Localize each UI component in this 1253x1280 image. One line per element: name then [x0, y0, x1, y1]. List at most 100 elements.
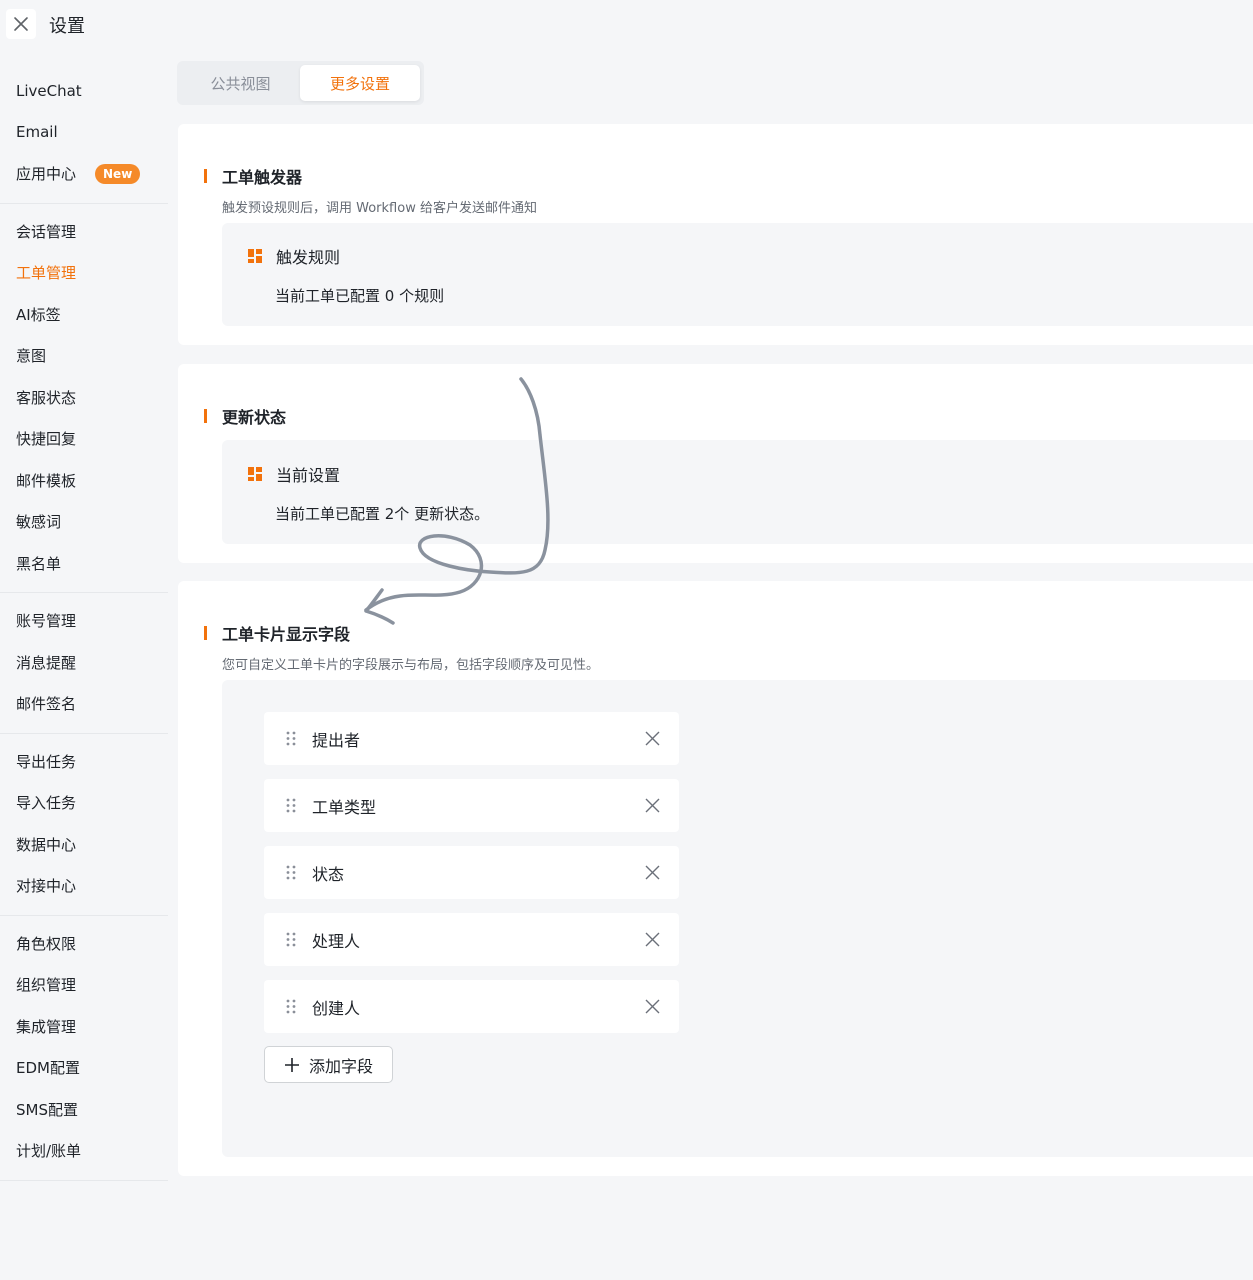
- card-title: 更新状态: [222, 408, 287, 427]
- sidebar-group-account: 账号管理 消息提醒 邮件签名: [0, 593, 168, 734]
- grid-icon: [248, 249, 262, 263]
- update-status-card: 更新状态 当前设置 当前工单已配置 2个 更新状态。: [178, 364, 1253, 563]
- sidebar-item-label: 角色权限: [16, 934, 77, 953]
- remove-icon[interactable]: [644, 931, 661, 948]
- field-label: 处理人: [312, 931, 361, 951]
- card-title: 工单触发器: [222, 168, 303, 187]
- ticket-trigger-card: 工单触发器 触发预设规则后，调用 Workflow 给客户发送邮件通知 触发规则…: [178, 124, 1253, 345]
- sidebar-item-label: 会话管理: [16, 222, 77, 241]
- sidebar-item-integration-center[interactable]: 对接中心: [0, 865, 168, 907]
- drag-handle-icon[interactable]: [286, 999, 296, 1014]
- sidebar-item-ai-tags[interactable]: AI标签: [0, 294, 168, 336]
- sidebar-item-intent[interactable]: 意图: [0, 335, 168, 377]
- card-fields-card: 工单卡片显示字段 您可自定义工单卡片的字段展示与布局，包括字段顺序及可见性。 提…: [178, 581, 1253, 1176]
- remove-icon[interactable]: [644, 864, 661, 881]
- page-title: 设置: [49, 16, 85, 37]
- box-header: 触发规则: [248, 244, 340, 268]
- card-description: 您可自定义工单卡片的字段展示与布局，包括字段顺序及可见性。: [222, 658, 600, 673]
- sidebar-group-channels: LiveChat Email 应用中心 New: [0, 62, 168, 204]
- settings-sidebar: LiveChat Email 应用中心 New 会话管理 工单管理 AI标签 意图…: [0, 62, 168, 1181]
- sidebar-group-service: 会话管理 工单管理 AI标签 意图 客服状态 快捷回复 邮件模板 敏感词 黑名单: [0, 204, 168, 593]
- sidebar-item-label: 应用中心: [16, 165, 77, 184]
- field-label: 创建人: [312, 998, 361, 1018]
- sidebar-item-mail-signature[interactable]: 邮件签名: [0, 683, 168, 725]
- sidebar-item-label: 导出任务: [16, 752, 77, 771]
- field-label: 提出者: [312, 730, 361, 750]
- sidebar-item-conversation[interactable]: 会话管理: [0, 211, 168, 253]
- title-accent-bar: [204, 169, 207, 183]
- sidebar-item-label: 账号管理: [16, 612, 77, 631]
- field-label: 工单类型: [312, 797, 377, 817]
- sidebar-item-ticket[interactable]: 工单管理: [0, 252, 168, 294]
- close-settings-button[interactable]: [6, 9, 36, 39]
- sidebar-item-label: 快捷回复: [16, 430, 77, 449]
- sidebar-item-label: 导入任务: [16, 794, 77, 813]
- sidebar-item-label: SMS配置: [16, 1100, 78, 1119]
- card-header: 工单卡片显示字段: [204, 621, 350, 645]
- sidebar-item-import[interactable]: 导入任务: [0, 782, 168, 824]
- sidebar-item-billing[interactable]: 计划/账单: [0, 1130, 168, 1172]
- new-badge: New: [95, 163, 141, 184]
- field-item[interactable]: 处理人: [264, 913, 679, 966]
- box-title: 当前设置: [276, 466, 341, 485]
- drag-handle-icon[interactable]: [286, 865, 296, 880]
- drag-handle-icon[interactable]: [286, 731, 296, 746]
- sidebar-item-notifications[interactable]: 消息提醒: [0, 642, 168, 684]
- field-list-box: 提出者 工单类型 状态 处理人 创建人 添加字段: [222, 680, 1253, 1157]
- sidebar-item-integrations[interactable]: 集成管理: [0, 1006, 168, 1048]
- sidebar-item-label: 计划/账单: [16, 1142, 82, 1161]
- sidebar-item-label: 工单管理: [16, 264, 77, 283]
- sidebar-item-label: 意图: [16, 347, 47, 366]
- sidebar-item-label: EDM配置: [16, 1059, 80, 1078]
- sidebar-item-data-center[interactable]: 数据中心: [0, 824, 168, 866]
- field-item[interactable]: 提出者: [264, 712, 679, 765]
- card-header: 更新状态: [204, 404, 286, 428]
- trigger-rules-box[interactable]: 触发规则 当前工单已配置 0 个规则: [222, 223, 1253, 326]
- sidebar-item-sensitive-words[interactable]: 敏感词: [0, 501, 168, 543]
- sidebar-item-roles[interactable]: 角色权限: [0, 923, 168, 965]
- current-settings-box[interactable]: 当前设置 当前工单已配置 2个 更新状态。: [222, 440, 1253, 544]
- sidebar-item-export[interactable]: 导出任务: [0, 741, 168, 783]
- sidebar-group-data: 导出任务 导入任务 数据中心 对接中心: [0, 734, 168, 916]
- sidebar-item-agent-status[interactable]: 客服状态: [0, 377, 168, 419]
- tab-more-settings[interactable]: 更多设置: [300, 65, 420, 101]
- sidebar-item-quick-reply[interactable]: 快捷回复: [0, 418, 168, 460]
- sidebar-item-edm[interactable]: EDM配置: [0, 1047, 168, 1089]
- sidebar-item-sms[interactable]: SMS配置: [0, 1089, 168, 1131]
- card-header: 工单触发器: [204, 164, 302, 188]
- remove-icon[interactable]: [644, 730, 661, 747]
- sidebar-item-app-center[interactable]: 应用中心 New: [0, 153, 168, 195]
- card-title: 工单卡片显示字段: [222, 625, 351, 644]
- remove-icon[interactable]: [644, 797, 661, 814]
- sidebar-item-label: 集成管理: [16, 1017, 77, 1036]
- remove-icon[interactable]: [644, 998, 661, 1015]
- sidebar-group-system: 角色权限 组织管理 集成管理 EDM配置 SMS配置 计划/账单: [0, 916, 168, 1181]
- sidebar-item-label: AI标签: [16, 305, 61, 324]
- drag-handle-icon[interactable]: [286, 932, 296, 947]
- sidebar-item-label: 邮件签名: [16, 695, 77, 714]
- box-header: 当前设置: [248, 462, 340, 486]
- title-accent-bar: [204, 626, 207, 640]
- add-field-button[interactable]: 添加字段: [264, 1046, 393, 1083]
- sidebar-item-label: 对接中心: [16, 877, 77, 896]
- tab-public-view[interactable]: 公共视图: [181, 65, 300, 101]
- top-bar: 设置: [0, 0, 1253, 50]
- status-count-text: 当前工单已配置 2个 更新状态。: [275, 505, 490, 523]
- sidebar-item-blacklist[interactable]: 黑名单: [0, 543, 168, 585]
- field-item[interactable]: 创建人: [264, 980, 679, 1033]
- field-item[interactable]: 状态: [264, 846, 679, 899]
- title-accent-bar: [204, 409, 207, 423]
- box-title: 触发规则: [276, 248, 341, 267]
- sidebar-item-label: 邮件模板: [16, 471, 77, 490]
- sidebar-item-label: 组织管理: [16, 976, 77, 995]
- sidebar-item-livechat[interactable]: LiveChat: [0, 70, 168, 112]
- sidebar-item-organization[interactable]: 组织管理: [0, 964, 168, 1006]
- sidebar-item-label: 客服状态: [16, 388, 77, 407]
- sidebar-item-label: 黑名单: [16, 554, 62, 573]
- sidebar-item-email[interactable]: Email: [0, 112, 168, 154]
- sidebar-item-accounts[interactable]: 账号管理: [0, 600, 168, 642]
- drag-handle-icon[interactable]: [286, 798, 296, 813]
- field-item[interactable]: 工单类型: [264, 779, 679, 832]
- sidebar-item-mail-template[interactable]: 邮件模板: [0, 460, 168, 502]
- add-field-label: 添加字段: [309, 1056, 374, 1076]
